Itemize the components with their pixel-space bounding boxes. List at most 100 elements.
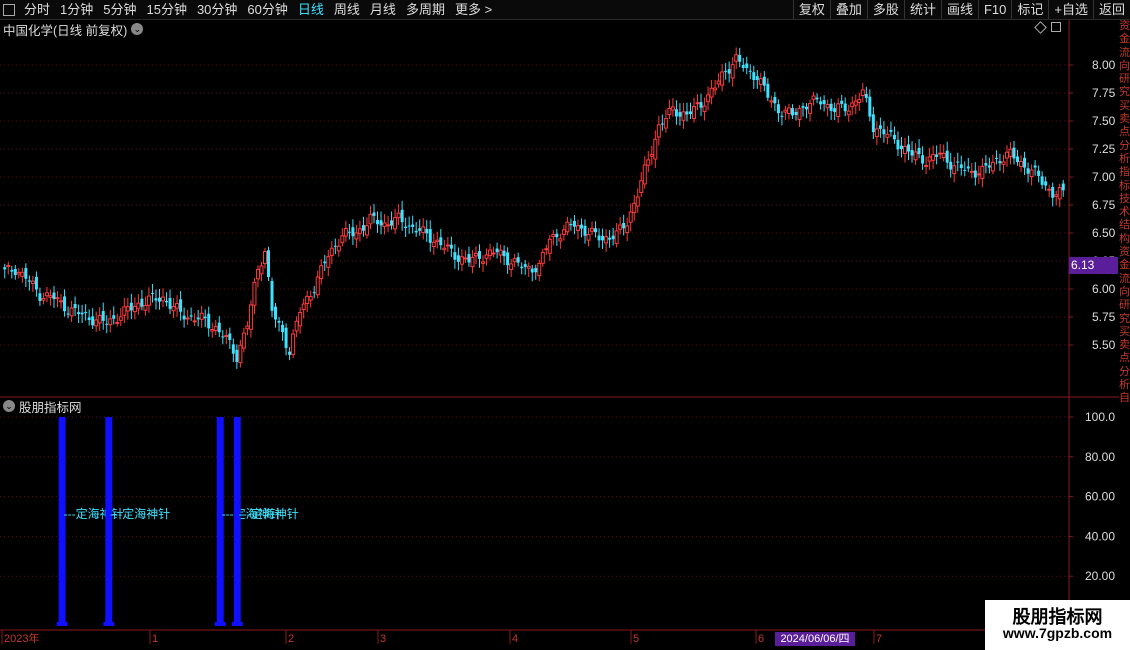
candle-body-down <box>112 315 116 319</box>
candle-body-down <box>984 163 988 166</box>
candle-body-up <box>512 258 517 263</box>
candle-body-down <box>38 293 42 301</box>
candle-body-up <box>473 252 478 257</box>
candle-body-down <box>73 303 77 309</box>
indicator-header: ⌄ 股朋指标网 <box>3 398 82 415</box>
candle-body-down <box>745 63 749 69</box>
candle-body-down <box>235 349 239 362</box>
candle-body-down <box>724 70 728 72</box>
candle-body-down <box>506 252 510 266</box>
candle-body-up <box>857 99 862 103</box>
signal-bar <box>105 417 113 625</box>
candle-body-up <box>663 118 668 129</box>
chevron-down-icon[interactable]: ⌄ <box>3 400 15 412</box>
candle-body-down <box>217 322 221 333</box>
candle-body-up <box>649 154 654 157</box>
candle-body-up <box>1029 169 1034 178</box>
candle-body-down <box>101 311 105 321</box>
candle-body-up <box>734 54 739 62</box>
candle-body-down <box>822 100 826 105</box>
candle-body-up <box>69 307 74 317</box>
candle-body-up <box>702 105 707 112</box>
y-tick-label: 6.50 <box>1092 226 1116 240</box>
candle-body-down <box>407 225 411 227</box>
candle-body-up <box>846 110 851 116</box>
candle-body-down <box>555 233 559 238</box>
candle-body-up <box>586 234 591 241</box>
y-tick-label: 8.00 <box>1092 58 1116 72</box>
candle-body-down <box>221 336 225 338</box>
candle-body-up <box>667 108 672 115</box>
candle-body-down <box>868 96 872 117</box>
kline-chart[interactable]: 5.505.756.006.256.506.757.007.257.507.75… <box>0 0 1119 650</box>
candle-body-up <box>199 312 204 320</box>
candle-body-up <box>836 103 841 117</box>
candle-body-down <box>790 108 794 116</box>
signal-bar-base <box>231 622 243 626</box>
candle-body-up <box>1054 194 1059 197</box>
candle-body-up <box>59 300 64 303</box>
signal-bar-base <box>214 622 226 626</box>
candle-body-up <box>902 145 907 154</box>
candle-body-down <box>688 111 692 114</box>
candle-body-up <box>55 297 60 300</box>
candle-body-up <box>547 238 552 254</box>
candle-body-down <box>157 297 161 302</box>
candle-body-down <box>1026 168 1030 174</box>
candle-body-up <box>262 251 267 265</box>
candle-body-up <box>632 202 637 214</box>
candle-body-down <box>833 108 837 112</box>
candle-body-down <box>956 161 960 163</box>
candle-body-up <box>357 228 362 235</box>
candle-body-up <box>171 305 176 312</box>
candle-body-down <box>449 244 453 249</box>
candle-body-up <box>442 247 447 251</box>
candle-body-down <box>945 150 949 163</box>
candle-body-down <box>270 280 274 311</box>
candle-body-up <box>575 225 580 232</box>
candle-body-up <box>618 224 623 230</box>
candle-body-up <box>238 344 243 364</box>
candle-body-up <box>797 108 802 120</box>
candle-body-down <box>959 164 963 169</box>
candle-body-down <box>819 101 823 105</box>
time-axis-label: 7 <box>876 633 882 645</box>
candle-body-up <box>526 265 531 269</box>
candle-body-up <box>252 281 257 306</box>
candle-body-down <box>288 351 292 355</box>
candle-body-down <box>534 268 538 273</box>
candle-body-down <box>685 111 689 115</box>
candle-body-down <box>439 237 443 246</box>
candle-body-down <box>994 157 998 159</box>
candle-body-up <box>913 151 918 161</box>
candle-body-down <box>66 313 70 315</box>
candle-body-up <box>706 94 711 103</box>
indicator-tick-label: 40.00 <box>1085 529 1115 543</box>
cursor-date-tag: 2024/06/06/四 <box>775 632 855 646</box>
candle-body-down <box>987 165 991 168</box>
candle-body-down <box>414 230 418 233</box>
candle-body-down <box>741 64 745 68</box>
candle-body-up <box>590 227 595 232</box>
candle-body-up <box>343 228 348 237</box>
time-axis-label: 5 <box>633 633 639 645</box>
candle-body-down <box>569 224 573 226</box>
candle-body-down <box>678 112 682 117</box>
candle-body-up <box>885 133 890 138</box>
candle-body-up <box>561 229 566 236</box>
signal-label: ---定海神针 <box>110 506 170 521</box>
candle-body-down <box>347 231 351 233</box>
candle-body-down <box>966 166 970 169</box>
candle-body-up <box>850 102 855 108</box>
candle-body-down <box>748 70 752 72</box>
candle-body-down <box>727 69 731 74</box>
candle-body-down <box>80 312 84 315</box>
candle-body-up <box>481 261 486 264</box>
candle-body-down <box>829 103 833 111</box>
candle-body-up <box>1001 161 1006 165</box>
candle-body-down <box>203 316 207 319</box>
candle-body-up <box>980 165 985 179</box>
signal-bar <box>58 417 66 625</box>
candle-body-down <box>882 129 886 135</box>
candle-body-down <box>878 125 882 129</box>
